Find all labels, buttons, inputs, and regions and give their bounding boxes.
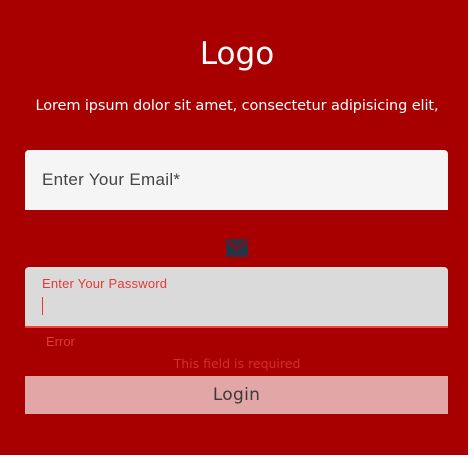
mail-icon [226,239,248,257]
password-input[interactable] [41,295,431,317]
text-caret [42,297,43,315]
logo: Logo [199,36,275,72]
login-panel: Logo Lorem ipsum dolor sit amet, consect… [0,0,468,455]
password-error: Error [46,334,75,349]
email-field[interactable] [25,150,448,210]
password-field[interactable]: Enter Your Password [25,267,448,328]
tagline: Lorem ipsum dolor sit amet, consectetur … [35,98,439,114]
login-button[interactable]: Login [25,376,448,414]
required-message: This field is required [173,356,301,371]
email-input[interactable] [25,150,448,210]
password-label: Enter Your Password [42,276,168,291]
